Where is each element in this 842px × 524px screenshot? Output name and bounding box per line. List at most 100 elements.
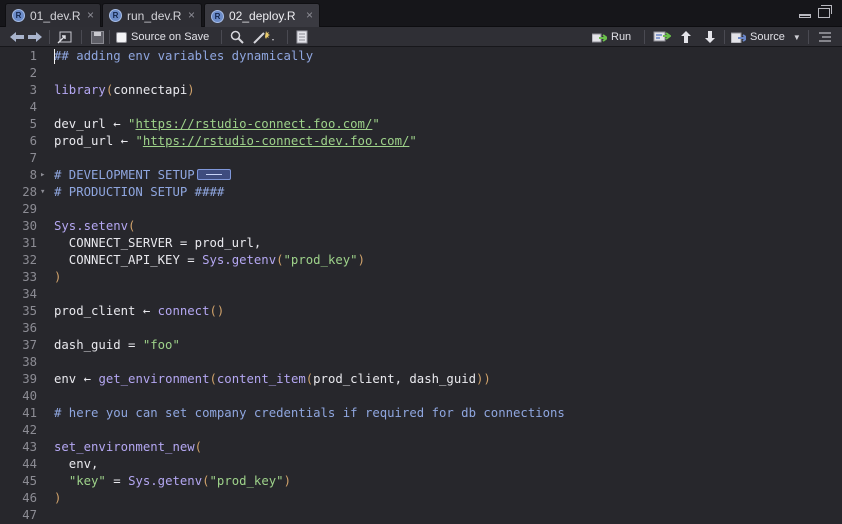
document-outline-button[interactable] (818, 27, 832, 47)
code-token: ( (202, 474, 210, 488)
code-tools-button[interactable] (252, 27, 276, 47)
code-token: Sys.getenv (202, 253, 277, 267)
code-text: # PRODUCTION SETUP #### (54, 184, 224, 201)
folded-code-marker[interactable] (196, 169, 231, 180)
forward-button[interactable] (27, 27, 43, 47)
line-number: 33 (22, 270, 37, 284)
line-number: 28 (22, 185, 37, 199)
code-token: ) (357, 253, 365, 267)
magic-wand-icon (253, 31, 274, 44)
code-line[interactable]: 28 ▾ # PRODUCTION SETUP #### (0, 184, 842, 201)
source-label: Source (750, 31, 785, 43)
line-number: 30 (22, 219, 37, 233)
code-token: " (409, 134, 417, 148)
show-in-window-button[interactable] (57, 27, 73, 47)
code-token: env, (54, 457, 99, 471)
code-line[interactable]: 2 (0, 65, 842, 82)
code-line[interactable]: 3 library(connectapi) (0, 82, 842, 99)
code-text: env, (54, 456, 99, 473)
code-line[interactable]: 33) (0, 269, 842, 286)
code-line[interactable]: 47 (0, 507, 842, 524)
code-token: CONNECT_SERVER = prod_url, (54, 236, 262, 250)
code-line[interactable]: 43 set_environment_new( (0, 439, 842, 456)
outline-icon (819, 32, 831, 42)
rerun-icon (653, 31, 671, 42)
source-on-save-toggle[interactable]: Source on Save (116, 27, 209, 47)
source-on-save-checkbox[interactable] (116, 31, 127, 43)
code-line[interactable]: 29 (0, 201, 842, 218)
close-icon[interactable]: × (87, 8, 94, 22)
find-replace-button[interactable] (230, 27, 244, 47)
code-token: ← (113, 117, 121, 131)
code-token: ) (187, 83, 195, 97)
tab-02-deploy[interactable]: R 02_deploy.R × (204, 3, 320, 28)
code-line[interactable]: 1 ## adding env variables dynamically (0, 48, 842, 65)
code-line[interactable]: 5 dev_url ← "https://rstudio-connect.foo.… (0, 116, 842, 133)
text-cursor (54, 49, 55, 64)
code-line[interactable]: 41 # here you can set company credentials… (0, 405, 842, 422)
minimize-pane-icon[interactable] (799, 14, 811, 18)
line-number: 36 (22, 321, 37, 335)
run-button[interactable]: Run (592, 27, 631, 47)
rerun-button[interactable] (653, 27, 671, 47)
code-token: )) (476, 372, 491, 386)
arrow-up-icon (681, 31, 691, 43)
code-text: prod_url ← "https://rstudio-connect-dev.… (54, 133, 417, 150)
compile-report-button[interactable] (296, 27, 308, 47)
code-line[interactable]: 37 dash_guid = "foo" (0, 337, 842, 354)
run-label: Run (611, 31, 632, 43)
next-section-button[interactable] (704, 27, 716, 47)
tab-01-dev[interactable]: R 01_dev.R × (5, 3, 101, 27)
tab-run-dev[interactable]: R run_dev.R × (102, 3, 202, 27)
fold-collapse-icon[interactable]: ▾ (40, 184, 45, 201)
code-token: " (120, 117, 136, 131)
arrow-right-icon (28, 32, 42, 42)
toolbar-separator (221, 30, 222, 44)
code-line[interactable]: 36 (0, 320, 842, 337)
code-line[interactable]: 7 (0, 150, 842, 167)
code-line[interactable]: 30 Sys.setenv( (0, 218, 842, 235)
url-link[interactable]: https://rstudio-connect-dev.foo.com/ (143, 134, 410, 148)
save-button[interactable] (91, 27, 104, 47)
back-button[interactable] (9, 27, 25, 47)
code-line[interactable]: 44 env, (0, 456, 842, 473)
fold-expand-icon[interactable]: ▸ (40, 167, 45, 184)
code-line[interactable]: 38 (0, 354, 842, 371)
code-token: ) (283, 474, 291, 488)
arrow-left-icon (10, 32, 24, 42)
maximize-pane-icon[interactable] (818, 5, 832, 18)
code-editor[interactable]: 1 ## adding env variables dynamically 2 3 li… (0, 48, 842, 524)
chevron-down-icon[interactable]: ▼ (793, 33, 801, 42)
toolbar-separator (287, 30, 288, 44)
code-line[interactable]: 8 ▸ # DEVELOPMENT SETUP (0, 167, 842, 184)
run-arrow-icon (592, 33, 607, 42)
code-text: CONNECT_API_KEY = Sys.getenv("prod_key") (54, 252, 365, 269)
code-text: set_environment_new( (54, 439, 202, 456)
tab-label: run_dev.R (127, 8, 182, 23)
code-line[interactable]: 45 "key" = Sys.getenv("prod_key") (0, 473, 842, 490)
external-window-icon (57, 31, 72, 44)
close-icon[interactable]: × (306, 8, 313, 22)
code-text: prod_client ← connect() (54, 303, 224, 320)
source-button[interactable]: Source ▼ (731, 27, 801, 47)
code-line[interactable]: 42 (0, 422, 842, 439)
code-line[interactable]: 6 prod_url ← "https://rstudio-connect-dev… (0, 133, 842, 150)
code-line[interactable]: 35 prod_client ← connect() (0, 303, 842, 320)
toolbar-separator (808, 30, 809, 44)
code-line[interactable]: 31 CONNECT_SERVER = prod_url, (0, 235, 842, 252)
code-line[interactable]: 40 (0, 388, 842, 405)
code-line[interactable]: 39 env ← get_environment(content_item(pro… (0, 371, 842, 388)
line-number: 39 (22, 372, 37, 386)
tab-label: 02_deploy.R (229, 9, 296, 23)
previous-section-button[interactable] (680, 27, 692, 47)
search-icon (230, 30, 244, 44)
code-line[interactable]: 46) (0, 490, 842, 507)
code-token: prod_client, dash_guid (313, 372, 477, 386)
code-text: dash_guid = "foo" (54, 337, 180, 354)
code-line[interactable]: 4 (0, 99, 842, 116)
code-line[interactable]: 32 CONNECT_API_KEY = Sys.getenv("prod_ke… (0, 252, 842, 269)
code-line[interactable]: 34 (0, 286, 842, 303)
url-link[interactable]: https://rstudio-connect.foo.com/ (135, 117, 372, 131)
close-icon[interactable]: × (188, 8, 195, 22)
